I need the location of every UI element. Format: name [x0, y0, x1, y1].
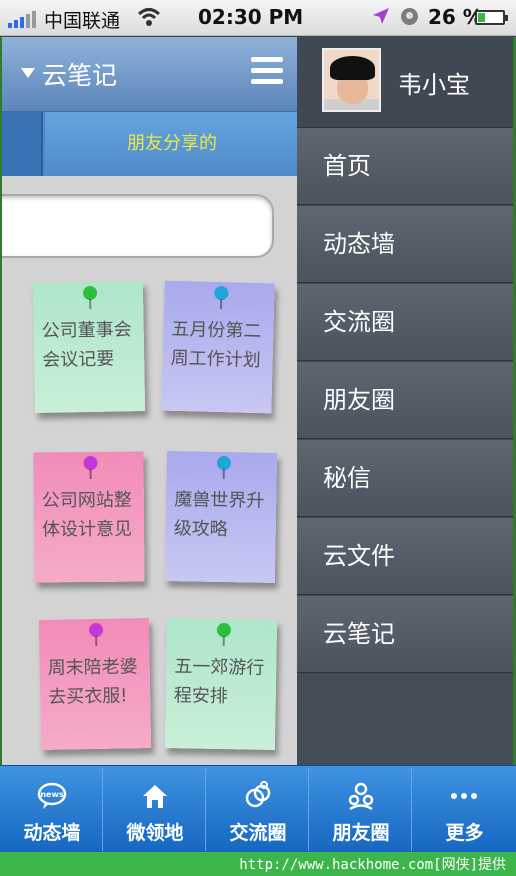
- dropdown-caret-icon[interactable]: [21, 68, 35, 78]
- home-icon: [143, 785, 167, 808]
- signal-icon: [8, 11, 36, 28]
- note-text: 魔兽世界升级攻略: [173, 489, 265, 541]
- tab-shared[interactable]: 朋友分享的: [45, 112, 297, 176]
- drawer-empty-area: [297, 674, 513, 765]
- note-card[interactable]: 五月份第二周工作计划: [161, 280, 275, 414]
- tab-label: 交流圈: [229, 822, 287, 844]
- watermark-text: http://www.hackhome.com[网侠]提供: [239, 857, 506, 873]
- drawer-item-cloud-notes[interactable]: 云笔记: [297, 596, 513, 673]
- note-card[interactable]: 公司董事会会议记要: [32, 281, 146, 413]
- note-text: 公司董事会会议记要: [41, 319, 132, 371]
- more-dots-icon: [451, 793, 477, 799]
- tab-label: 朋友圈: [332, 822, 390, 844]
- search-input[interactable]: [2, 194, 274, 258]
- note-card[interactable]: 公司网站整体设计意见: [33, 451, 145, 583]
- menu-button[interactable]: [251, 57, 283, 87]
- news-bubble-icon: news: [37, 782, 67, 809]
- tab-strip: 朋友分享的: [2, 112, 297, 176]
- tab-label: 微领地: [126, 822, 184, 844]
- pushpin-icon: [82, 285, 98, 301]
- rings-icon: [245, 781, 271, 808]
- drawer-item-cloud-files[interactable]: 云文件: [297, 518, 513, 595]
- note-text: 公司网站整体设计意见: [41, 489, 133, 541]
- carrier-name: 中国联通: [44, 10, 121, 32]
- drawer-item-private-messages[interactable]: 秘信: [297, 440, 513, 517]
- clock: 02:30 PM: [198, 5, 304, 29]
- tab-friends-circle[interactable]: 朋友圈: [311, 768, 412, 851]
- pushpin-icon: [88, 622, 104, 638]
- avatar[interactable]: [322, 48, 381, 112]
- pushpin-icon: [214, 285, 229, 301]
- drawer-item-friends-circle[interactable]: 朋友圈: [297, 362, 513, 439]
- tab-label: 更多: [445, 822, 484, 844]
- pushpin-icon: [216, 622, 232, 638]
- user-name: 韦小宝: [398, 71, 470, 99]
- tab-more[interactable]: 更多: [414, 768, 515, 851]
- watermark-bar: http://www.hackhome.com[网侠]提供: [0, 852, 516, 876]
- app-header: 云笔记: [2, 37, 297, 112]
- svg-text:news: news: [40, 790, 64, 799]
- tab-micro-territory[interactable]: 微领地: [105, 768, 206, 851]
- pushpin-icon: [216, 455, 232, 471]
- note-text: 五一郊游行程安排: [173, 656, 265, 708]
- drawer-item-exchange-circle[interactable]: 交流圈: [297, 284, 513, 361]
- menu-icon: [251, 57, 283, 62]
- note-card[interactable]: 魔兽世界升级攻略: [164, 451, 278, 583]
- drawer-item-feed-wall[interactable]: 动态墙: [297, 206, 513, 283]
- status-bar: 中国联通 02:30 PM 26 %: [0, 0, 516, 36]
- tab-label: 动态墙: [23, 822, 81, 844]
- side-drawer: 韦小宝 首页 动态墙 交流圈 朋友圈 秘信 云文件 云笔记: [297, 37, 516, 765]
- wifi-icon: [137, 8, 161, 26]
- note-text: 周末陪老婆去买衣服!: [47, 656, 138, 708]
- app-title[interactable]: 云笔记: [42, 56, 117, 92]
- pushpin-icon: [83, 455, 98, 471]
- people-icon: [348, 782, 374, 811]
- rotation-lock-icon: [401, 8, 418, 25]
- note-text: 五月份第二周工作计划: [170, 318, 262, 372]
- location-arrow-icon: [373, 8, 389, 24]
- bottom-tab-bar: news 动态墙 微领地 交流圈 朋友圈 更多: [0, 765, 516, 852]
- note-card[interactable]: 周末陪老婆去买衣服!: [38, 618, 152, 750]
- tab-mine[interactable]: [2, 112, 43, 176]
- tab-exchange-circle[interactable]: 交流圈: [208, 768, 309, 851]
- note-card[interactable]: 五一郊游行程安排: [164, 618, 278, 750]
- tab-feed-wall[interactable]: news 动态墙: [2, 768, 103, 851]
- notes-app-panel: 云笔记 朋友分享的 公司董事会会议记要 五月份第二周工作计划 公司网站整体设计意…: [0, 37, 297, 765]
- battery-icon: [475, 10, 508, 25]
- drawer-item-home[interactable]: 首页: [297, 128, 513, 205]
- profile-header[interactable]: 韦小宝: [297, 37, 513, 128]
